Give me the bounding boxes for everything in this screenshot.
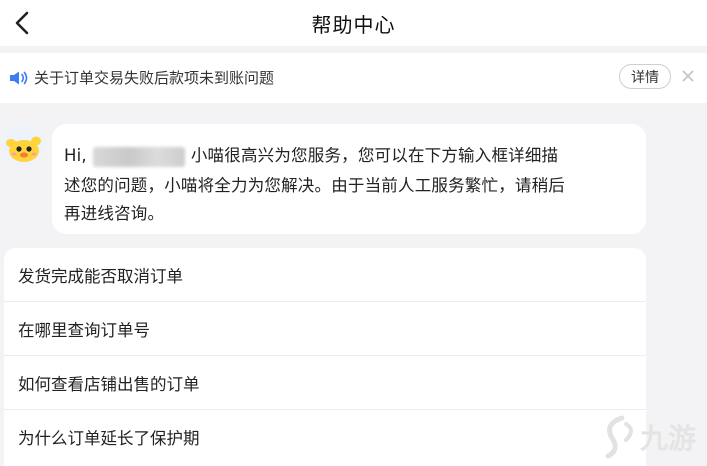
speaker-icon xyxy=(10,71,28,85)
message-text-2: 述您的问题，小喵将全力为您解决。由于当前人工服务繁忙，请稍后 xyxy=(64,176,565,195)
faq-item[interactable]: 在哪里查询订单号 xyxy=(4,302,646,356)
header-bar: 帮助中心 xyxy=(0,0,707,46)
message-text-3: 再进线咨询。 xyxy=(64,204,165,223)
message-text-1: 小喵很高兴为您服务，您可以在下方输入框详细描 xyxy=(190,146,559,165)
details-button[interactable]: 详情 xyxy=(619,64,671,89)
close-icon[interactable] xyxy=(678,66,698,86)
bot-message-bubble: Hi, 小喵很高兴为您服务，您可以在下方输入框详细描 述您的问题，小喵将全力为您解… xyxy=(52,124,646,234)
faq-item[interactable]: 发货完成能否取消订单 xyxy=(4,248,646,302)
greeting-text: Hi, xyxy=(64,146,87,165)
notice-banner[interactable]: 关于订单交易失败后款项未到账问题 xyxy=(0,53,707,103)
faq-item[interactable]: 为什么订单延长了保护期 xyxy=(4,410,646,464)
page-title: 帮助中心 xyxy=(311,12,396,37)
watermark-logo: 九游 xyxy=(600,410,704,462)
blurred-username xyxy=(92,146,185,167)
faq-list: 发货完成能否取消订单 在哪里查询订单号 如何查看店铺出售的订单 为什么订单延长了… xyxy=(4,248,646,466)
back-button[interactable] xyxy=(4,4,42,42)
notice-text: 关于订单交易失败后款项未到账问题 xyxy=(34,69,275,87)
chevron-left-icon xyxy=(15,11,29,35)
message-line-1: Hi, 小喵很高兴为您服务，您可以在下方输入框详细描 xyxy=(64,142,558,167)
watermark-text: 九游 xyxy=(640,422,696,455)
mascot-avatar-icon xyxy=(2,125,44,167)
faq-item[interactable]: 如何查看店铺出售的订单 xyxy=(4,356,646,410)
